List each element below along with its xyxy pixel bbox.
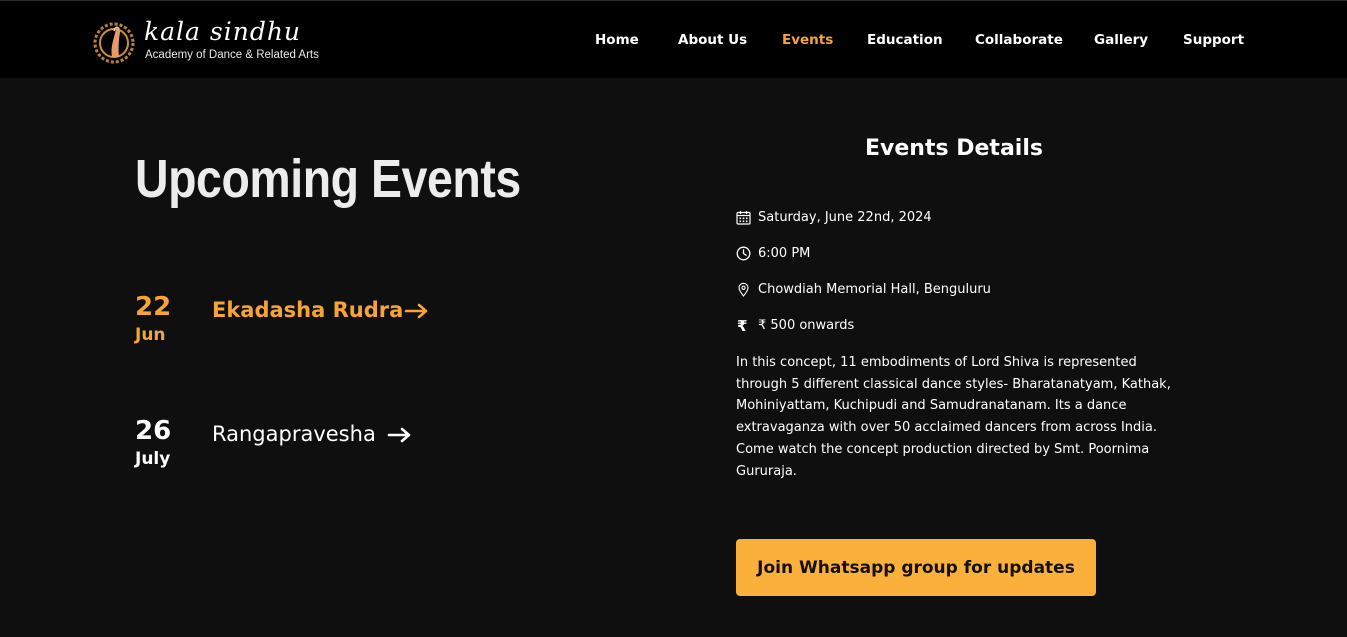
event-day: 22 <box>135 292 172 322</box>
rupee-icon: ₹ <box>737 317 748 335</box>
map-pin-icon <box>738 282 749 297</box>
event-date-row: Saturday, June 22nd, 2024 <box>736 208 1156 228</box>
event-venue: Chowdiah Memorial Hall, Benguluru <box>758 282 991 297</box>
event-time-row: 6:00 PM <box>736 244 1156 264</box>
event-price: ₹ 500 onwards <box>758 318 855 333</box>
nav-support[interactable]: Support <box>1183 32 1244 48</box>
nav-events[interactable]: Events <box>782 32 833 48</box>
event-month: July <box>135 449 171 469</box>
event-time: 6:00 PM <box>758 246 811 261</box>
event-day: 26 <box>135 416 172 446</box>
event-name: Rangapravesha <box>212 422 376 446</box>
event-venue-row: Chowdiah Memorial Hall, Benguluru <box>736 280 1156 300</box>
event-date: Saturday, June 22nd, 2024 <box>758 210 932 225</box>
arrow-right-icon[interactable] <box>387 426 413 444</box>
event-item-ekadasha-rudra[interactable]: 22 Jun Ekadasha Rudra <box>135 292 495 362</box>
events-details-title: Events Details <box>865 136 1043 161</box>
event-description: In this concept, 11 embodiments of Lord … <box>736 355 1171 479</box>
calendar-icon <box>736 211 751 225</box>
nav-home[interactable]: Home <box>595 32 639 48</box>
nav-about-us[interactable]: About Us <box>678 32 747 48</box>
nav-collaborate[interactable]: Collaborate <box>975 32 1063 48</box>
upcoming-events-title: Upcoming Events <box>135 149 521 209</box>
event-item-rangapravesha[interactable]: 26 July Rangapravesha <box>135 416 495 486</box>
nav-gallery[interactable]: Gallery <box>1094 32 1148 48</box>
nav-education[interactable]: Education <box>867 32 943 48</box>
arrow-right-icon[interactable] <box>404 302 430 320</box>
main-nav: Home About Us Events Education Collabora… <box>0 32 1347 52</box>
event-price-row: ₹ ₹ 500 onwards <box>736 316 1156 336</box>
site-header: kala sindhu Academy of Dance & Related A… <box>0 0 1347 78</box>
event-month: Jun <box>135 325 166 345</box>
clock-icon <box>736 246 751 261</box>
join-whatsapp-button[interactable]: Join Whatsapp group for updates <box>736 539 1096 596</box>
event-name: Ekadasha Rudra <box>212 298 404 322</box>
